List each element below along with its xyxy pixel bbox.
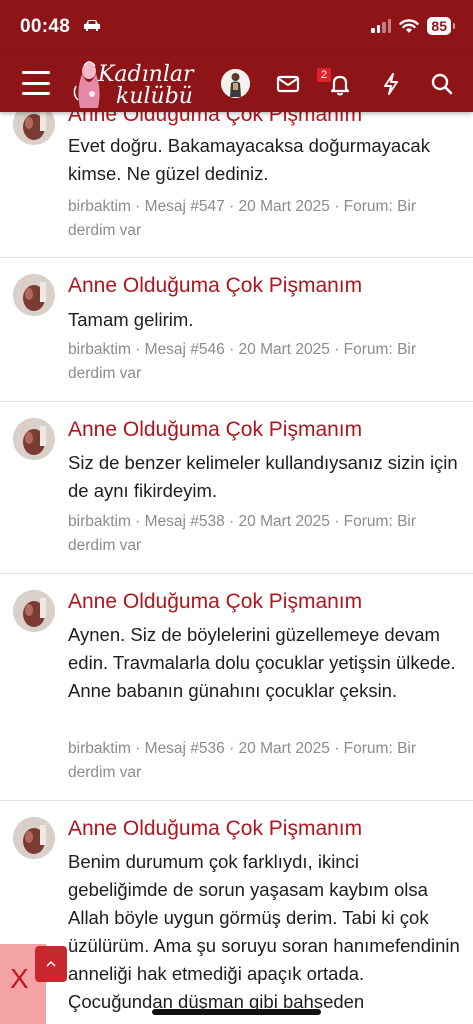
thread-title-link[interactable]: Anne Olduğuma Çok Pişmanım bbox=[68, 816, 465, 842]
post-meta-line: derdim var bbox=[68, 764, 142, 781]
home-indicator[interactable] bbox=[152, 1009, 321, 1015]
avatar[interactable] bbox=[13, 274, 55, 316]
list-item[interactable]: Anne Olduğuma Çok Pişmanım Benim durumum… bbox=[0, 801, 473, 1024]
wifi-icon bbox=[399, 18, 420, 33]
list-item[interactable]: Anne Olduğuma Çok Pişmanım Evet doğru. B… bbox=[0, 112, 473, 258]
site-logo[interactable]: Kadınlar kulübü bbox=[72, 58, 202, 112]
avatar[interactable] bbox=[13, 817, 55, 859]
ad-close-button[interactable]: X bbox=[10, 964, 29, 994]
arrow-up-icon bbox=[46, 960, 56, 967]
thread-title-link[interactable]: Anne Olduğuma Çok Pişmanım bbox=[68, 589, 465, 615]
post-meta: birbaktim · Mesaj #547 · 20 Mart 2025 · … bbox=[68, 195, 461, 243]
search-results-list: Anne Olduğuma Çok Pişmanım Evet doğru. B… bbox=[0, 112, 473, 1024]
post-meta-line: birbaktim · Mesaj #538 · 20 Mart 2025 · … bbox=[68, 513, 417, 530]
thread-title-link[interactable]: Anne Olduğuma Çok Pişmanım bbox=[68, 273, 465, 299]
list-item[interactable]: Anne Olduğuma Çok Pişmanım Tamam gelirim… bbox=[0, 258, 473, 402]
notification-badge: 2 bbox=[317, 68, 331, 82]
mail-icon[interactable] bbox=[275, 71, 301, 97]
post-meta-line: derdim var bbox=[68, 222, 142, 239]
avatar[interactable] bbox=[13, 590, 55, 632]
post-meta: birbaktim · Mesaj #536 · 20 Mart 2025 · … bbox=[68, 737, 461, 785]
scroll-to-top-button[interactable] bbox=[35, 946, 67, 982]
avatar[interactable] bbox=[13, 418, 55, 460]
thread-title-link[interactable]: Anne Olduğuma Çok Pişmanım bbox=[68, 112, 465, 128]
post-meta-line: derdim var bbox=[68, 537, 142, 554]
post-meta-line: birbaktim · Mesaj #536 · 20 Mart 2025 · … bbox=[68, 740, 417, 757]
menu-icon[interactable] bbox=[22, 71, 50, 95]
post-meta-line: derdim var bbox=[68, 365, 142, 382]
post-snippet: Evet doğru. Bakamayacaksa doğurmayacak k… bbox=[68, 135, 430, 184]
post-snippet: Siz de benzer kelimeler kullandıysanız s… bbox=[68, 452, 458, 501]
status-time: 00:48 bbox=[20, 16, 71, 37]
list-item[interactable]: Anne Olduğuma Çok Pişmanım Siz de benzer… bbox=[0, 402, 473, 574]
lightning-icon[interactable] bbox=[378, 71, 404, 97]
post-meta: birbaktim · Mesaj #538 · 20 Mart 2025 · … bbox=[68, 510, 461, 558]
car-icon bbox=[84, 20, 100, 31]
post-meta-line: birbaktim · Mesaj #546 · 20 Mart 2025 · … bbox=[68, 341, 417, 358]
thread-title-link[interactable]: Anne Olduğuma Çok Pişmanım bbox=[68, 417, 465, 443]
list-item[interactable]: Anne Olduğuma Çok Pişmanım Aynen. Siz de… bbox=[0, 574, 473, 801]
post-snippet: Aynen. Siz de böylelerini güzellemeye de… bbox=[68, 624, 456, 701]
site-header: Kadınlar kulübü 2 bbox=[0, 56, 473, 112]
cellular-signal-icon bbox=[371, 19, 392, 33]
logo-text-line2: kulübü bbox=[116, 84, 193, 109]
post-meta-line: birbaktim · Mesaj #547 · 20 Mart 2025 · … bbox=[68, 198, 417, 215]
battery-indicator: 85 bbox=[427, 17, 455, 35]
post-meta: birbaktim · Mesaj #546 · 20 Mart 2025 · … bbox=[68, 338, 461, 386]
status-bar: 00:48 85 bbox=[0, 0, 473, 56]
avatar[interactable] bbox=[13, 112, 55, 145]
post-snippet: Tamam gelirim. bbox=[68, 309, 194, 330]
user-avatar[interactable] bbox=[221, 69, 250, 98]
search-icon[interactable] bbox=[429, 71, 455, 97]
post-snippet: Benim durumum çok farklıydı, ikinci gebe… bbox=[68, 851, 460, 1012]
